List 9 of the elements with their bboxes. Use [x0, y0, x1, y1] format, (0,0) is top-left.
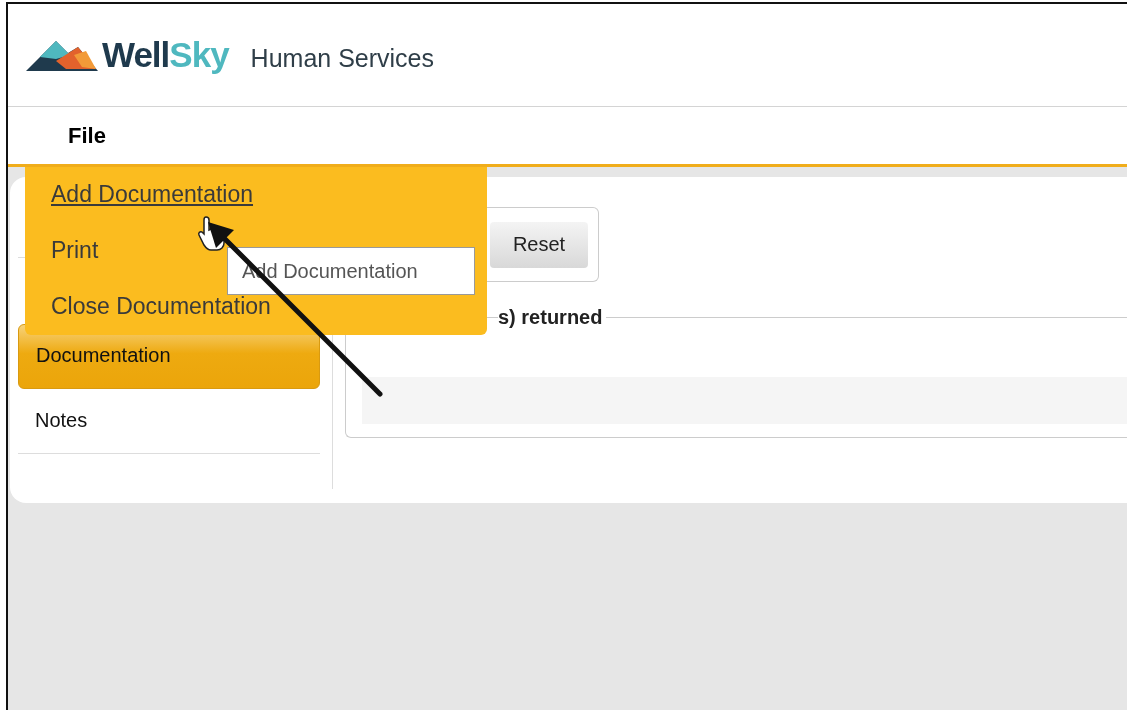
sidebar-item[interactable]: Notes	[18, 389, 320, 454]
menu-option[interactable]: Close Documentation	[51, 293, 271, 319]
product-name: Human Services	[250, 43, 434, 73]
menu-option[interactable]: Print	[51, 237, 99, 263]
results-legend: s) returned	[498, 306, 607, 329]
menu-option[interactable]: Add Documentation	[51, 181, 253, 207]
reset-button[interactable]: Reset	[490, 221, 588, 268]
menu-item[interactable]: File	[60, 107, 114, 164]
brand-name: WellSky	[102, 35, 229, 75]
